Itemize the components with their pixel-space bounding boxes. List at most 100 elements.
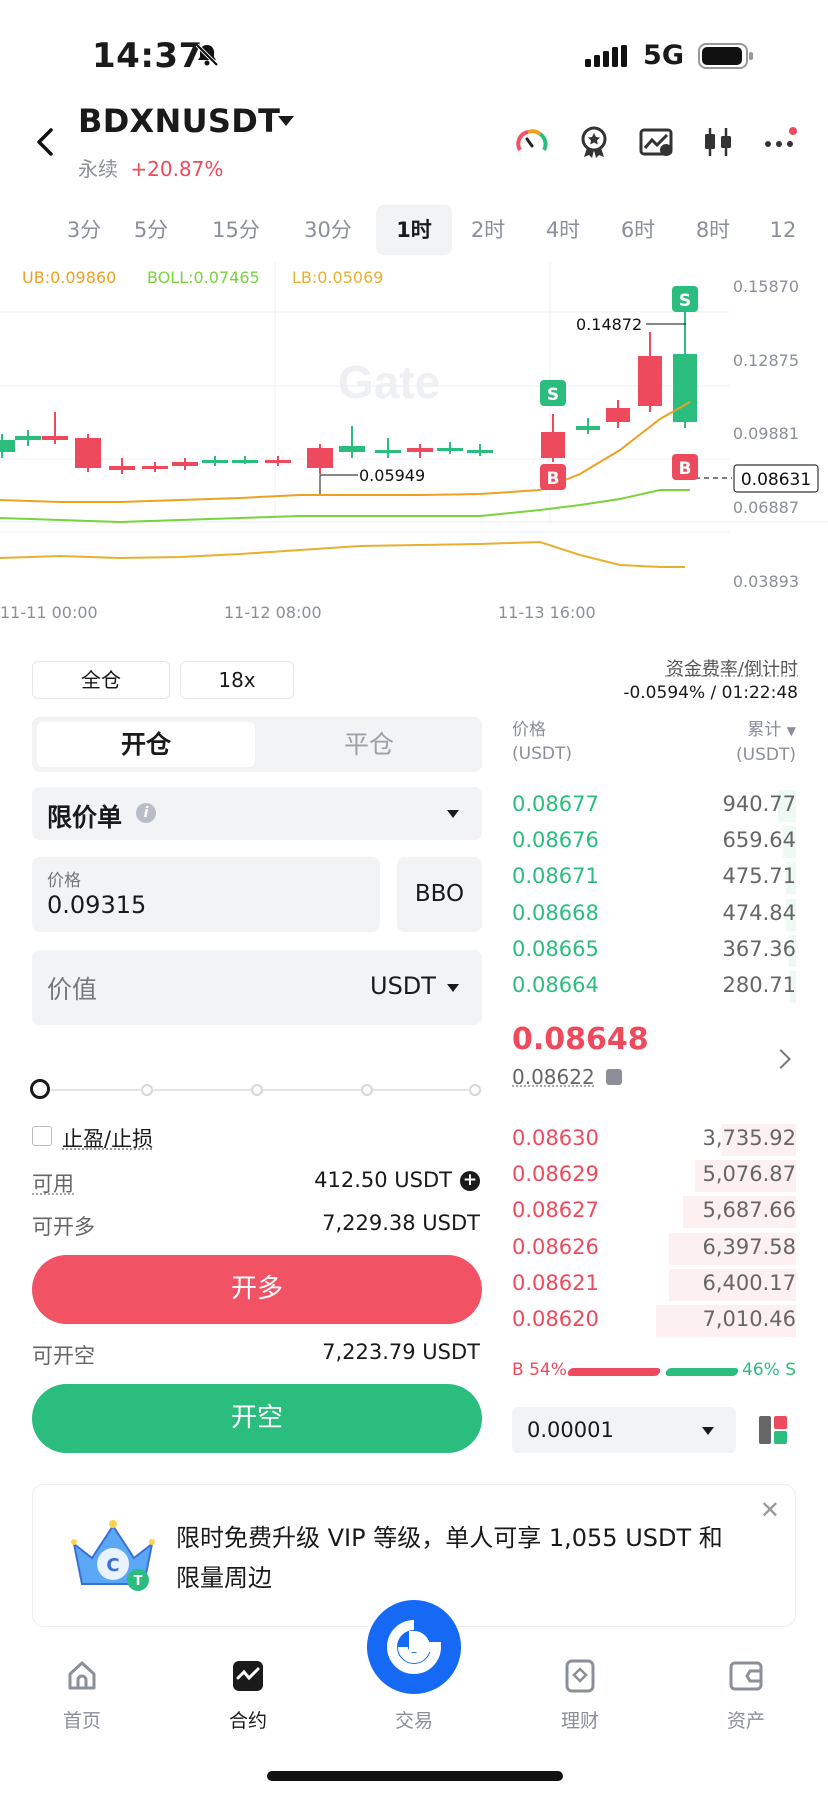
tab-timeframe[interactable]: 15分 xyxy=(195,205,277,255)
tpsl-checkbox[interactable] xyxy=(32,1126,52,1146)
tab-timeframe[interactable]: 2时 xyxy=(451,205,525,255)
vip-crown-letter: C xyxy=(106,1555,119,1576)
more-icon[interactable] xyxy=(762,124,798,160)
vip-crown-icon: C T xyxy=(71,1520,155,1591)
nav-label: 资产 xyxy=(726,1710,765,1732)
ob-total: 475.71 xyxy=(722,864,796,889)
candlestick-icon[interactable] xyxy=(700,124,736,160)
value-unit-select[interactable]: USDT xyxy=(370,972,436,1000)
open-short-button[interactable]: 开空 xyxy=(32,1384,482,1453)
low-label: 0.05949 xyxy=(359,466,425,485)
timeframe-tabs: 3分 5分 15分 30分 1时 2时 4时 6时 8时 12 xyxy=(0,205,828,255)
info-icon[interactable]: i xyxy=(136,803,156,823)
back-arrow-icon[interactable] xyxy=(28,124,64,160)
bbo-button[interactable]: BBO xyxy=(397,857,482,932)
leverage-button[interactable]: 18x xyxy=(180,661,294,699)
bid-row[interactable]: 0.08626 6,397.58 xyxy=(512,1232,796,1265)
max-short-value: 7,223.79 USDT xyxy=(322,1340,480,1364)
candle-body xyxy=(437,448,463,451)
ob-price: 0.08629 xyxy=(512,1162,599,1187)
max-long-value: 7,229.38 USDT xyxy=(322,1211,480,1235)
nav-item[interactable]: 理财 xyxy=(520,1648,640,1733)
margin-mode-button[interactable]: 全仓 xyxy=(32,661,170,699)
pair-subtitle: 永续 +20.87% xyxy=(78,153,223,182)
low-label-line xyxy=(319,474,358,494)
mark-price-icon xyxy=(606,1069,622,1085)
watermark-logo: Gate xyxy=(338,356,440,408)
candle-body xyxy=(172,462,198,466)
tab-timeframe[interactable]: 1时 xyxy=(376,205,452,255)
sentiment-gauge-icon[interactable] xyxy=(514,124,550,160)
ob-price: 0.08665 xyxy=(512,936,599,961)
ob-total: 659.64 xyxy=(722,828,796,853)
trade-fab[interactable] xyxy=(367,1600,461,1694)
candle-body xyxy=(202,460,228,463)
orderbook-layout-icon[interactable] xyxy=(757,1414,789,1446)
ob-total: 474.84 xyxy=(722,900,796,925)
ob-total-header-unit: (USDT) xyxy=(736,745,796,765)
mute-bell-icon xyxy=(195,43,219,67)
bid-row[interactable]: 0.08620 7,010.46 xyxy=(512,1305,796,1337)
funding-rate-label[interactable]: 资金费率/倒计时 xyxy=(666,655,798,681)
price-value[interactable]: 0.09315 xyxy=(47,891,146,919)
sell-ratio: 46% S xyxy=(742,1360,796,1380)
add-funds-icon[interactable]: + xyxy=(460,1171,480,1191)
y-tick-5: 0.03893 xyxy=(733,572,799,591)
slider-step-50[interactable] xyxy=(251,1084,263,1096)
ask-row[interactable]: 0.08665 367.36 xyxy=(512,934,796,967)
ask-row[interactable]: 0.08671 475.71 xyxy=(512,862,796,895)
ask-row[interactable]: 0.08664 280.71 xyxy=(512,971,796,1003)
slider-handle[interactable] xyxy=(30,1079,50,1099)
finance-icon xyxy=(565,1659,595,1693)
max-short-label: 可开空 xyxy=(32,1344,95,1368)
ob-price: 0.08668 xyxy=(512,900,599,925)
nav-item[interactable]: 合约 xyxy=(188,1648,308,1733)
slider-step-25[interactable] xyxy=(141,1084,153,1096)
ob-price: 0.08677 xyxy=(512,792,599,816)
tab-timeframe[interactable]: 8时 xyxy=(676,205,750,255)
chevron-right-icon[interactable] xyxy=(771,1049,791,1069)
amount-slider[interactable] xyxy=(48,1089,478,1091)
nav-label: 合约 xyxy=(228,1710,267,1732)
ask-row[interactable]: 0.08676 659.64 xyxy=(512,826,796,859)
tab-close-position[interactable]: 平仓 xyxy=(260,722,478,767)
nav-item[interactable]: 资产 xyxy=(686,1648,806,1733)
open-long-button[interactable]: 开多 xyxy=(32,1255,482,1324)
tab-timeframe[interactable]: 4时 xyxy=(526,205,600,255)
sell-marker: S xyxy=(540,380,566,406)
ask-row[interactable]: 0.08677 940.77 xyxy=(512,790,796,822)
candle-body xyxy=(375,450,401,453)
bid-row[interactable]: 0.08627 5,687.66 xyxy=(512,1196,796,1229)
tpsl-label[interactable]: 止盈/止损 xyxy=(62,1123,153,1153)
tab-timeframe[interactable]: 3分 xyxy=(52,205,116,255)
slider-step-75[interactable] xyxy=(361,1084,373,1096)
close-icon[interactable]: ✕ xyxy=(760,1496,780,1524)
tab-timeframe[interactable]: 12 xyxy=(748,205,818,255)
ask-row[interactable]: 0.08668 474.84 xyxy=(512,898,796,931)
contract-type: 永续 xyxy=(78,157,118,181)
available-label: 可用 xyxy=(32,1172,74,1196)
chart-settings-icon[interactable] xyxy=(638,124,674,160)
bid-row[interactable]: 0.08629 5,076.87 xyxy=(512,1160,796,1193)
tab-timeframe[interactable]: 6时 xyxy=(601,205,675,255)
order-type-caret-icon xyxy=(447,810,459,818)
tab-open-position[interactable]: 开仓 xyxy=(37,722,255,767)
tab-timeframe[interactable]: 5分 xyxy=(114,205,188,255)
tab-timeframe[interactable]: 30分 xyxy=(282,205,374,255)
pair-name[interactable]: BDXNUSDT xyxy=(78,102,280,140)
bid-row[interactable]: 0.08630 3,735.92 xyxy=(512,1124,796,1156)
sell-marker: S xyxy=(672,286,698,312)
badge-icon[interactable] xyxy=(576,124,612,160)
sell-ratio-bar xyxy=(664,1368,740,1376)
bid-row[interactable]: 0.08621 6,400.17 xyxy=(512,1268,796,1301)
value-placeholder: 价值 xyxy=(47,975,98,1004)
candlestick-chart[interactable]: Gate 0.15870 0.12875 0.09881 0.06887 0.0… xyxy=(0,262,828,630)
buy-marker-label: B xyxy=(547,469,560,489)
ob-total-header[interactable]: 累计 ▼ (USDT) xyxy=(736,718,796,767)
pair-dropdown-caret-icon[interactable] xyxy=(278,116,294,126)
candle-body xyxy=(576,426,600,430)
ob-total: 7,010.46 xyxy=(702,1307,796,1331)
nav-item[interactable]: 首页 xyxy=(22,1648,142,1733)
slider-step-100[interactable] xyxy=(469,1084,481,1096)
mark-price[interactable]: 0.08622 xyxy=(512,1065,595,1089)
